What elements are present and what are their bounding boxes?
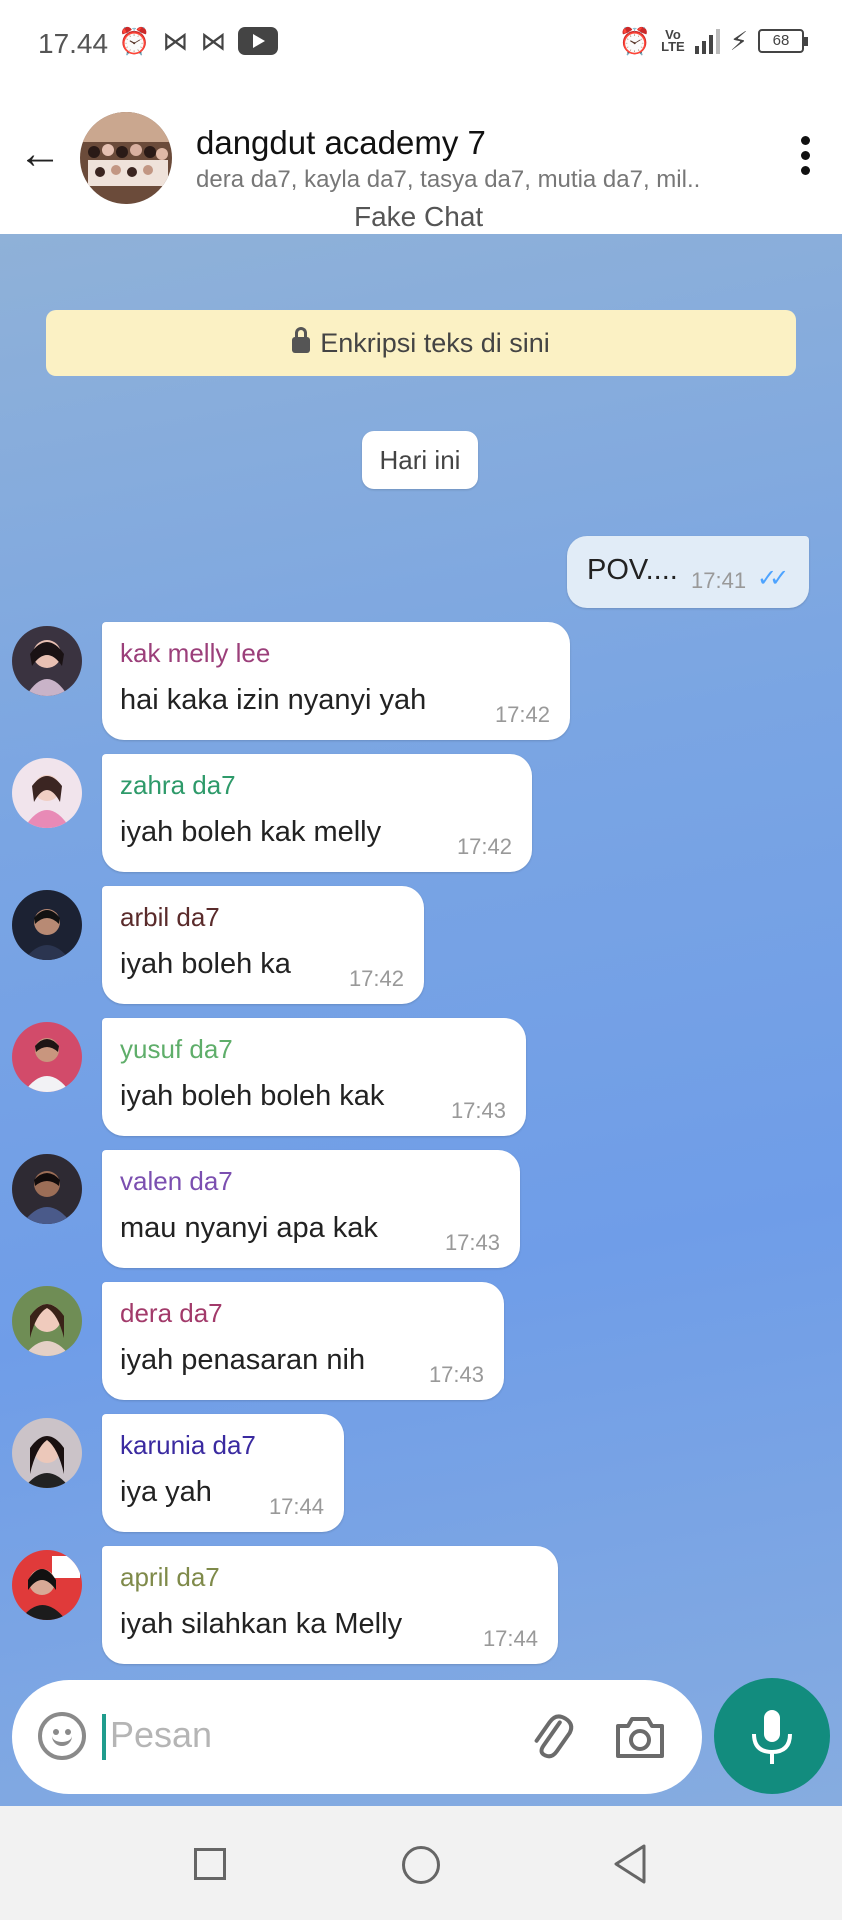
status-notification-icons: ⏰ ⋈ ⋈ — [118, 26, 279, 56]
sender-name: dera da7 — [120, 1298, 223, 1328]
message-text: iyah boleh ka — [120, 948, 291, 980]
message-time: 17:43 — [444, 1230, 500, 1255]
avatar[interactable] — [12, 1154, 82, 1224]
message-bubble[interactable]: kak melly lee hai kaka izin nyanyi yah 1… — [102, 622, 570, 740]
avatar[interactable] — [12, 1286, 82, 1356]
avatar[interactable] — [12, 1418, 82, 1488]
sender-name: arbil da7 — [120, 902, 220, 932]
sender-name: kak melly lee — [120, 638, 271, 668]
encryption-banner[interactable]: Enkripsi teks di sini — [46, 310, 796, 376]
sender-name: karunia da7 — [120, 1430, 256, 1460]
sender-name: april da7 — [120, 1562, 220, 1592]
microphone-button[interactable] — [714, 1678, 830, 1794]
message-text: iya yah — [120, 1476, 212, 1508]
text-cursor — [102, 1714, 106, 1760]
sender-name: yusuf da7 — [120, 1034, 233, 1064]
system-navigation-bar — [0, 1806, 842, 1920]
capcut-icon-2: ⋈ — [200, 26, 227, 56]
list-item: yusuf da7 iyah boleh boleh kak 17:43 — [0, 1018, 842, 1142]
youtube-icon — [238, 27, 279, 55]
group-avatar[interactable] — [80, 112, 172, 204]
list-item: dera da7 iyah penasaran nih 17:43 — [0, 1282, 842, 1406]
back-arrow-icon[interactable]: ← — [14, 128, 66, 180]
message-time: 17:42 — [348, 966, 404, 991]
camera-icon[interactable] — [612, 1710, 668, 1764]
message-time: 17:43 — [428, 1362, 484, 1387]
message-input[interactable]: Pesan — [110, 1714, 212, 1756]
microphone-icon — [752, 1710, 792, 1764]
paperclip-icon[interactable] — [524, 1708, 580, 1764]
header-subtitle: Fake Chat — [354, 201, 484, 232]
message-bubble[interactable]: dera da7 iyah penasaran nih 17:43 — [102, 1282, 504, 1400]
status-bar: 17.44 ⏰ ⋈ ⋈ ⏰ Vo LTE ⚡ 68 — [0, 0, 842, 86]
message-bubble[interactable]: april da7 iyah silahkan ka Melly 17:44 — [102, 1546, 558, 1664]
message-text: iyah boleh kak melly — [120, 816, 382, 848]
avatar[interactable] — [12, 890, 82, 960]
back-button[interactable] — [610, 1842, 650, 1886]
message-text: hai kaka izin nyanyi yah — [120, 684, 427, 716]
list-item: valen da7 mau nyanyi apa kak 17:43 — [0, 1150, 842, 1274]
emoji-icon[interactable] — [38, 1712, 86, 1760]
message-composer: Pesan — [12, 1680, 702, 1794]
group-title[interactable]: dangdut academy 7 — [196, 124, 486, 162]
double-check-icon: ✓✓ — [757, 565, 789, 592]
message-time: 17:42 — [456, 834, 512, 859]
message-time: 17:44 — [268, 1494, 324, 1519]
alarm-icon: ⏰ — [118, 26, 151, 56]
sender-name: zahra da7 — [120, 770, 236, 800]
capcut-icon: ⋈ — [162, 26, 189, 56]
message-text: iyah boleh boleh kak — [120, 1080, 385, 1112]
message-time: 17:41 — [691, 568, 747, 593]
list-item: kak melly lee hai kaka izin nyanyi yah 1… — [0, 622, 842, 746]
message-text: POV.... — [587, 554, 678, 586]
avatar[interactable] — [12, 1550, 82, 1620]
avatar[interactable] — [12, 1022, 82, 1092]
chat-area[interactable]: Enkripsi teks di sini Hari ini POV.... 1… — [0, 234, 842, 1806]
message-time: 17:44 — [482, 1626, 538, 1651]
message-bubble[interactable]: yusuf da7 iyah boleh boleh kak 17:43 — [102, 1018, 526, 1136]
avatar[interactable] — [12, 758, 82, 828]
sender-name: valen da7 — [120, 1166, 233, 1196]
message-text: mau nyanyi apa kak — [120, 1212, 378, 1244]
battery-icon: 68 — [758, 29, 808, 53]
list-item: karunia da7 iya yah 17:44 — [0, 1414, 842, 1538]
date-chip: Hari ini — [362, 431, 478, 489]
signal-icon — [694, 28, 720, 54]
group-members[interactable]: dera da7, kayla da7, tasya da7, mutia da… — [196, 166, 716, 194]
avatar[interactable] — [12, 626, 82, 696]
message-time: 17:42 — [494, 702, 550, 727]
volte-icon: Vo LTE — [661, 27, 685, 54]
status-time: 17.44 — [38, 28, 109, 59]
alarm-clock-icon: ⏰ — [618, 26, 652, 56]
message-text: iyah silahkan ka Melly — [120, 1608, 403, 1640]
status-system-icons: ⏰ Vo LTE ⚡ 68 — [618, 26, 808, 56]
more-options-icon[interactable] — [790, 136, 820, 186]
chat-header: ← dangdut academy 7 dera da7, kayla da7,… — [0, 86, 842, 234]
message-text: iyah penasaran nih — [120, 1344, 366, 1376]
charging-icon: ⚡ — [729, 26, 748, 56]
outgoing-message[interactable]: POV.... 17:41 ✓✓ — [567, 536, 809, 608]
lock-icon — [292, 327, 311, 353]
message-bubble[interactable]: karunia da7 iya yah 17:44 — [102, 1414, 344, 1532]
message-time: 17:43 — [450, 1098, 506, 1123]
recents-button[interactable] — [194, 1848, 226, 1880]
list-item: arbil da7 iyah boleh ka 17:42 — [0, 886, 842, 1010]
list-item: zahra da7 iyah boleh kak melly 17:42 — [0, 754, 842, 878]
message-bubble[interactable]: arbil da7 iyah boleh ka 17:42 — [102, 886, 424, 1004]
home-button[interactable] — [402, 1846, 440, 1884]
message-bubble[interactable]: valen da7 mau nyanyi apa kak 17:43 — [102, 1150, 520, 1268]
message-bubble[interactable]: zahra da7 iyah boleh kak melly 17:42 — [102, 754, 532, 872]
list-item: april da7 iyah silahkan ka Melly 17:44 — [0, 1546, 842, 1670]
